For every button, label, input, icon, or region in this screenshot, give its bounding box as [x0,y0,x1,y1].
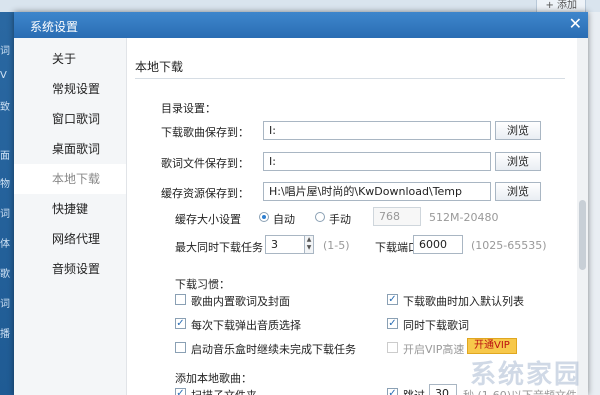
cache-path-label: 缓存资源保存到： [161,187,249,200]
cache-browse-button[interactable]: 浏览 [495,182,541,201]
scan-subfolders-label: 扫描子文件夹 [191,387,257,395]
background-text: 词 [0,299,10,310]
cache-auto-label: 自动 [273,213,295,226]
cache-auto-radio[interactable] [259,212,269,222]
watermark: 系统家园 [469,360,582,390]
download-lyrics-checkbox[interactable]: ✓ [387,318,398,329]
section-title: 本地下载 [135,60,184,74]
max-tasks-stepper[interactable]: ▲ ▼ [305,235,314,254]
settings-content: 本地下载 目录设置： 下载歌曲保存到： I: 浏览 歌词文件保存到： I: 浏览… [127,38,577,395]
cache-size-range: 512M-20480 [429,211,499,224]
scrollbar-thumb[interactable] [579,200,586,270]
close-icon[interactable]: ✕ [569,15,582,33]
settings-sidebar: 关于 常规设置 窗口歌词 桌面歌词 本地下载 快捷键 网络代理 音频设置 [14,38,127,395]
sidebar-item-local-download[interactable]: 本地下载 [14,164,126,194]
open-vip-button[interactable]: 开通VIP [467,338,517,354]
background-text: 词 [0,209,10,220]
sidebar-item-audio[interactable]: 音频设置 [14,254,126,284]
background-right-panel [588,12,600,395]
scan-subfolders-checkbox[interactable]: ✓ [175,388,186,395]
habits-heading: 下载习惯： [175,278,230,291]
cache-size-label: 缓存大小设置 [175,213,241,226]
background-sidebar: 词 V 致 面 物 词 体 歌 词 播 [0,12,14,395]
embed-lyrics-label: 歌曲内置歌词及封面 [191,295,290,308]
settings-dialog: 系统设置 ✕ 关于 常规设置 窗口歌词 桌面歌词 本地下载 快捷键 网络代理 音… [14,12,588,395]
port-range: (1025-65535) [471,239,547,252]
song-browse-button[interactable]: 浏览 [495,121,541,140]
lyric-path-input[interactable]: I: [263,152,491,171]
sidebar-item-general[interactable]: 常规设置 [14,74,126,104]
dialog-titlebar[interactable]: 系统设置 ✕ [14,12,588,38]
skip-seconds-input[interactable]: 30 [429,384,457,395]
background-text: V [0,70,7,81]
skip-short-label: 跳过 [403,387,425,395]
dialog-title: 系统设置 [30,20,79,34]
background-text: 物 [0,179,10,190]
port-input[interactable]: 6000 [413,235,463,254]
vip-speed-label: 开启VIP高速 [403,343,465,356]
background-text: 播 [0,329,10,340]
local-add-heading: 添加本地歌曲： [175,372,252,385]
cache-size-input[interactable]: 768 [373,207,421,226]
add-default-list-checkbox[interactable]: ✓ [387,294,398,305]
skip-short-checkbox[interactable]: ✓ [387,388,398,395]
vip-speed-checkbox[interactable] [387,342,398,353]
quality-prompt-label: 每次下载弹出音质选择 [191,319,301,332]
background-text: 体 [0,239,10,250]
sidebar-item-proxy[interactable]: 网络代理 [14,224,126,254]
cache-manual-label: 手动 [329,213,351,226]
cache-path-input[interactable]: H:\唱片屋\时尚的\KwDownload\Temp [263,182,491,201]
cache-manual-radio[interactable] [315,212,325,222]
content-scrollbar[interactable] [577,38,588,395]
song-path-label: 下载歌曲保存到： [161,126,249,139]
background-text: 面 [0,151,10,162]
background-text: 致 [0,102,10,113]
quality-prompt-checkbox[interactable]: ✓ [175,318,186,329]
resume-tasks-label: 启动音乐盒时继续未完成下载任务 [191,343,356,356]
sidebar-item-window-lyrics[interactable]: 窗口歌词 [14,104,126,134]
background-toolbar [0,0,600,12]
download-lyrics-label: 同时下载歌词 [403,319,469,332]
max-tasks-range: (1-5) [323,239,350,252]
max-tasks-input[interactable]: 3 [265,235,305,254]
max-tasks-label: 最大同时下载任务 [175,241,263,254]
sidebar-item-about[interactable]: 关于 [14,44,126,74]
lyric-path-label: 歌词文件保存到： [161,157,249,170]
background-text: 词 [0,46,10,57]
dir-heading: 目录设置： [161,102,216,115]
embed-lyrics-checkbox[interactable] [175,294,186,305]
add-default-list-label: 下载歌曲时加入默认列表 [403,295,524,308]
background-text: 歌 [0,269,10,280]
song-path-input[interactable]: I: [263,121,491,140]
sidebar-item-shortcuts[interactable]: 快捷键 [14,194,126,224]
lyric-browse-button[interactable]: 浏览 [495,152,541,171]
sidebar-item-desktop-lyrics[interactable]: 桌面歌词 [14,134,126,164]
resume-tasks-checkbox[interactable] [175,342,186,353]
section-divider [135,78,565,79]
